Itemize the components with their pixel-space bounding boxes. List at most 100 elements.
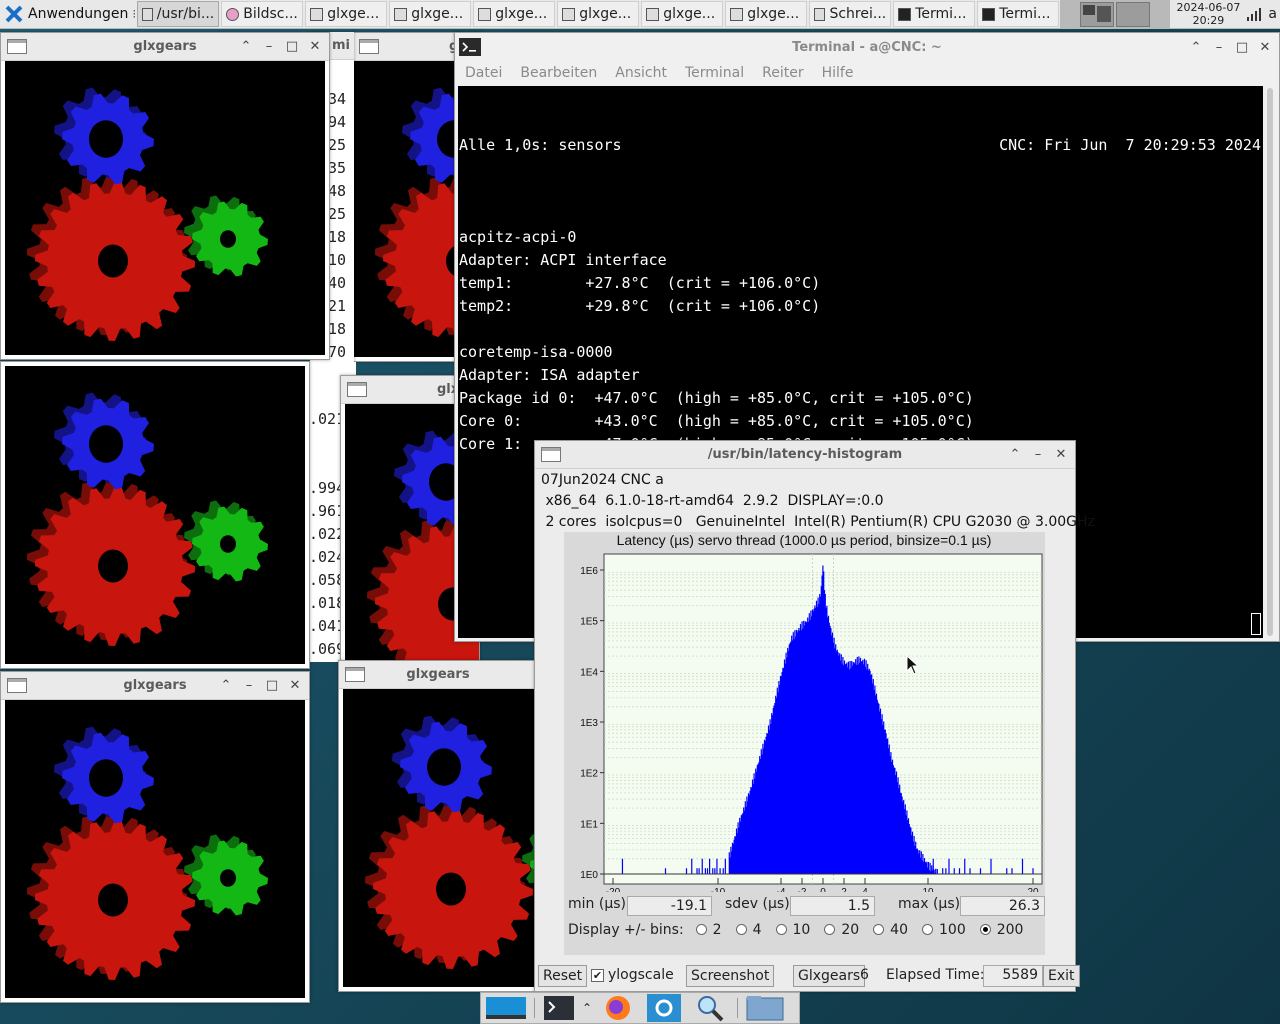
bins-option-4[interactable]: 4 [735, 922, 762, 938]
x-tick-label: 20 [1027, 887, 1039, 892]
fps-line: 25 [328, 136, 347, 154]
taskbar-item-1[interactable]: /usr/bi... [137, 1, 220, 27]
minimize-icon[interactable]: – [1030, 447, 1046, 462]
window-shade-icon[interactable]: ⌃ [1188, 40, 1204, 55]
window-shade-icon[interactable]: ⌃ [1007, 447, 1023, 462]
window-shade-icon[interactable]: ⌃ [238, 39, 254, 54]
taskbar-item-9[interactable]: Schrei... [809, 1, 892, 27]
taskbar-item-6[interactable]: glxge... [557, 1, 640, 27]
taskbar-item-2[interactable]: Bildsc... [221, 1, 304, 27]
clock[interactable]: 2024-06-07 20:29 [1170, 1, 1246, 27]
glxgears-button[interactable]: Glxgears [793, 965, 866, 987]
user-menu[interactable]: a [1262, 6, 1280, 22]
close-icon[interactable]: ✕ [1257, 40, 1273, 55]
radio-button[interactable] [735, 924, 747, 935]
terminal-scrollbar[interactable] [1264, 86, 1277, 638]
taskbar-item-10[interactable]: Termi... [893, 1, 976, 27]
chevron-up-icon[interactable]: ⌃ [582, 1001, 592, 1015]
bins-option-2[interactable]: 2 [695, 922, 722, 938]
glxgears-window-2[interactable] [0, 361, 310, 669]
minimize-icon[interactable]: – [1211, 40, 1227, 55]
green-gear [184, 834, 268, 916]
bins-option-200[interactable]: 200 [979, 922, 1023, 938]
window-menu-icon[interactable] [541, 447, 561, 462]
ylogscale-checkbox[interactable]: ✔ ylogscale [591, 967, 674, 983]
sdev-label: sdev (µs) [725, 896, 790, 912]
maximize-icon[interactable]: □ [264, 678, 280, 693]
maximize-icon[interactable]: □ [1234, 40, 1250, 55]
terminal-launcher-icon[interactable] [542, 994, 576, 1022]
glxgears-window-1[interactable]: glxgears ⌃ – □ ✕ [0, 32, 330, 360]
scrollbar-thumb[interactable] [1267, 88, 1273, 636]
taskbar-item-8[interactable]: glxge... [725, 1, 808, 27]
window-menu-icon[interactable] [345, 667, 365, 682]
x-tick-label: -10 [711, 887, 726, 892]
taskbar-item-4[interactable]: glxge... [389, 1, 472, 27]
menu-hilfe[interactable]: Hilfe [822, 65, 854, 81]
reset-button[interactable]: Reset [538, 965, 588, 987]
bins-option-20[interactable]: 20 [824, 922, 859, 938]
terminal-line: Adapter: ACPI interface [459, 251, 667, 269]
radio-button[interactable] [775, 924, 787, 935]
control-bar: Reset ✔ ylogscale Screenshot Glxgears 6 … [538, 965, 1080, 989]
menu-datei[interactable]: Datei [465, 65, 502, 81]
show-desktop-icon[interactable] [485, 994, 527, 1022]
glxgears-window-4[interactable]: glxgears [338, 660, 538, 992]
radio-button[interactable] [922, 924, 933, 935]
close-icon[interactable]: ✕ [307, 39, 323, 54]
window-titlebar[interactable]: glxgears ⌃ – □ ✕ [1, 33, 329, 61]
glxgears-icon [394, 7, 408, 21]
minimize-icon[interactable]: – [261, 39, 277, 54]
terminal-icon[interactable] [459, 38, 481, 56]
menu-bearbeiten[interactable]: Bearbeiten [520, 65, 597, 81]
taskbar-item-7[interactable]: glxge... [641, 1, 724, 27]
glxgears-window-3[interactable]: glxgears ⌃ – □ ✕ [0, 671, 310, 1003]
window-titlebar[interactable]: glxgears ⌃ – □ ✕ [1, 672, 309, 700]
screenshot-button[interactable]: Screenshot [686, 965, 775, 987]
file-manager-launcher-icon[interactable] [745, 994, 785, 1022]
radio-button[interactable] [873, 924, 885, 935]
menu-ansicht[interactable]: Ansicht [615, 65, 667, 81]
window-titlebar[interactable]: Terminal - a@CNC: ~ ⌃ – □ ✕ [455, 33, 1279, 61]
workspace-2[interactable] [1116, 1, 1151, 27]
bins-option-100[interactable]: 100 [922, 922, 966, 938]
window-titlebar[interactable]: glxgears [339, 661, 537, 689]
bins-option-40[interactable]: 40 [873, 922, 908, 938]
bins-option-label: 40 [890, 922, 908, 938]
bins-option-10[interactable]: 10 [775, 922, 810, 938]
firefox-launcher-icon[interactable] [598, 994, 638, 1022]
minimize-icon[interactable]: – [241, 678, 257, 693]
taskbar-item-11[interactable]: Termi... [977, 1, 1060, 27]
mouse-pointer-icon [906, 655, 920, 675]
close-icon[interactable]: ✕ [1053, 447, 1069, 462]
xfce-logo-icon [5, 5, 23, 23]
network-signal-icon[interactable] [1246, 6, 1262, 22]
window-titlebar[interactable]: /usr/bin/latency-histogram ⌃ – ✕ [535, 441, 1075, 469]
glxgears-icon [562, 7, 576, 21]
search-launcher-icon[interactable] [690, 994, 730, 1022]
exit-button[interactable]: Exit [1043, 965, 1080, 987]
applications-menu-button[interactable]: Anwendungen [0, 0, 132, 29]
radio-button[interactable] [695, 924, 707, 935]
radio-button[interactable] [824, 924, 836, 935]
close-icon[interactable]: ✕ [287, 678, 303, 693]
settings-launcher-icon[interactable] [644, 994, 684, 1022]
window-shade-icon[interactable]: ⌃ [218, 678, 234, 693]
window-title: Terminal - a@CNC: ~ [792, 39, 942, 55]
taskbar-item-5[interactable]: glxge... [473, 1, 556, 27]
maximize-icon[interactable]: □ [284, 39, 300, 54]
y-tick-label: 1E6 [580, 566, 598, 577]
checkbox-check-icon[interactable]: ✔ [591, 968, 604, 982]
window-menu-icon[interactable] [359, 39, 379, 54]
menu-terminal[interactable]: Terminal [685, 65, 744, 81]
radio-button[interactable] [979, 924, 991, 935]
workspace-1[interactable] [1080, 1, 1115, 27]
workspace-pager[interactable] [1060, 0, 1171, 29]
window-menu-icon[interactable] [347, 382, 367, 397]
latency-histogram-window[interactable]: /usr/bin/latency-histogram ⌃ – ✕ 07Jun2024… [534, 440, 1095, 992]
menu-reiter[interactable]: Reiter [762, 65, 803, 81]
window-menu-icon[interactable] [7, 678, 27, 693]
window-menu-icon[interactable] [7, 39, 27, 54]
taskbar-item-3[interactable]: glxge... [305, 1, 388, 27]
